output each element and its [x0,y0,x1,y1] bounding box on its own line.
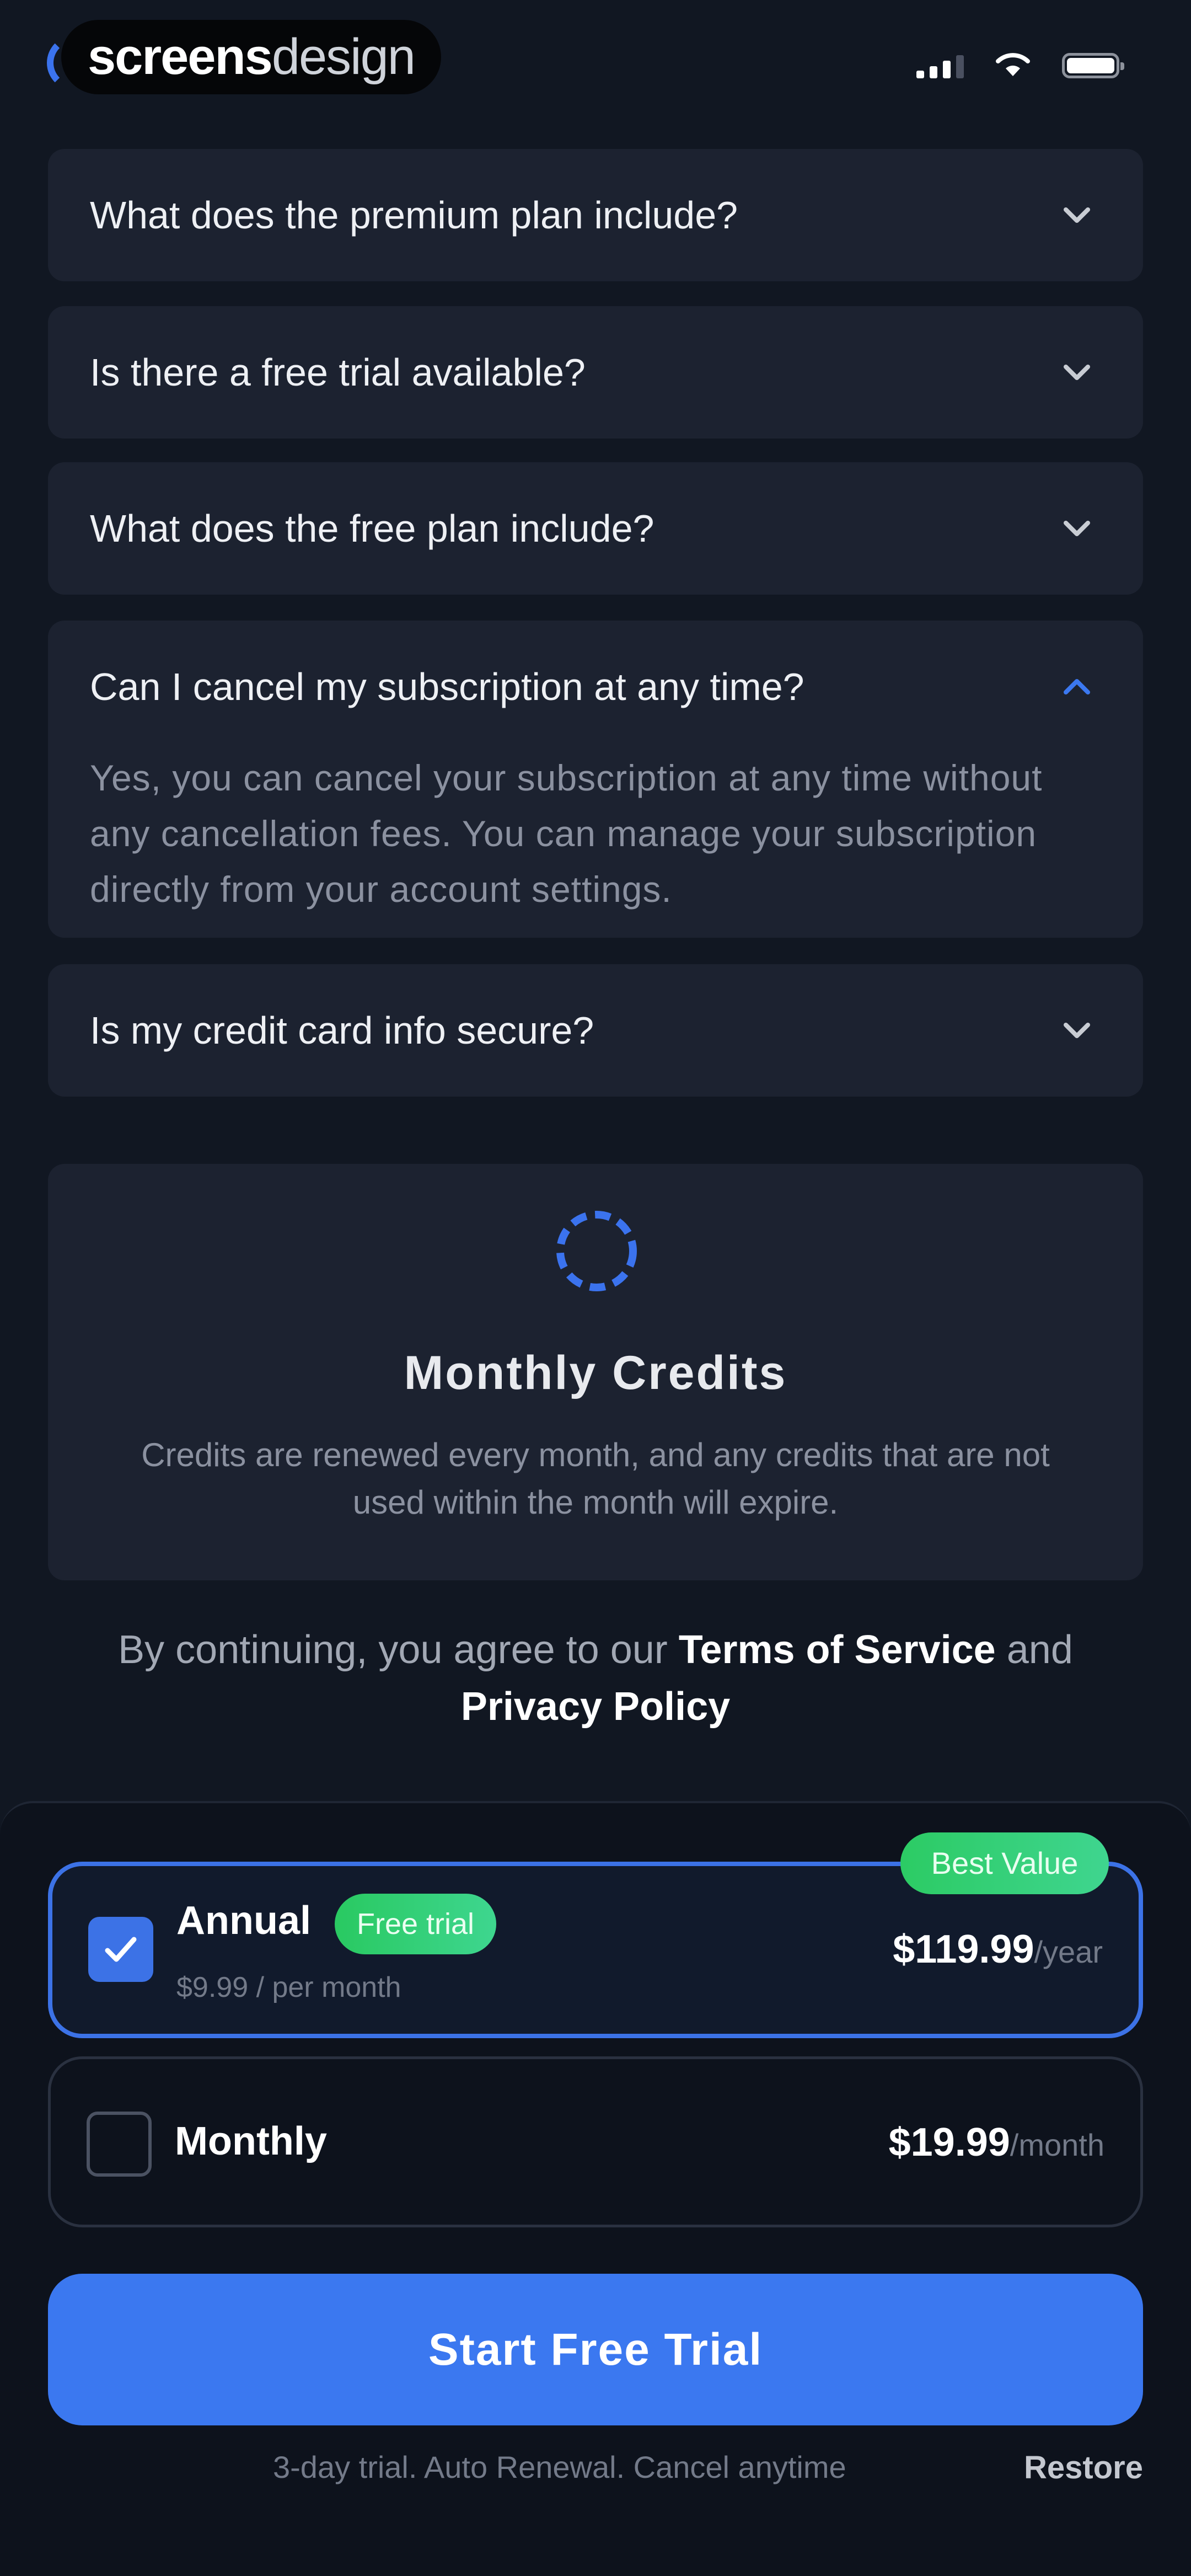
privacy-link[interactable]: Privacy Policy [461,1685,730,1729]
faq-question: What does the free plan include? [90,507,654,550]
status-bar: screens design [0,0,1191,132]
brand-watermark: screens design [61,20,441,94]
terms-link[interactable]: Terms of Service [679,1628,996,1672]
price-period: /year [1034,1934,1103,1969]
refresh-ring-icon [556,1211,637,1291]
legal-text: By continuing, you agree to our Terms of… [61,1622,1130,1735]
chevron-up-icon [1058,667,1096,706]
price-amount: $119.99 [893,1927,1034,1971]
checkmark-icon [105,1937,137,1962]
battery-level [1067,58,1114,73]
faq-item[interactable]: Is my credit card info secure? [48,964,1143,1097]
legal-conjunction: and [995,1628,1073,1672]
trial-note: 3-day trial. Auto Renewal. Cancel anytim… [273,2450,846,2484]
price-period: /month [1010,2128,1104,2162]
credits-card: Monthly Credits Credits are renewed ever… [48,1164,1143,1580]
plan-price: $119.99/year [893,1927,1103,1972]
wifi-icon [996,53,1030,76]
plan-name: Annual [176,1899,311,1943]
paywall-screen: screens design What does the premium plan… [0,0,1191,2576]
chevron-down-icon [1058,196,1096,234]
chevron-down-icon [1058,1011,1096,1050]
faq-question: Can I cancel my subscription at any time… [90,665,804,708]
free-trial-badge: Free trial [335,1894,497,1954]
plan-name: Monthly [175,2119,327,2163]
plan-price: $19.99/month [889,2120,1104,2165]
faq-item-expanded[interactable]: Can I cancel my subscription at any time… [48,621,1143,938]
credits-description: Credits are renewed every month, and any… [141,1436,1050,1521]
brand-word-light: design [271,29,416,85]
faq-answer: Yes, you can cancel your subscription at… [90,757,1043,910]
chevron-down-icon [1058,353,1096,392]
start-free-trial-button[interactable]: Start Free Trial [48,2274,1143,2425]
legal-prefix: By continuing, you agree to our [118,1628,679,1672]
plan-option-monthly[interactable]: Monthly $19.99/month [48,2056,1143,2227]
checkbox-checked[interactable] [88,1917,153,1982]
price-amount: $19.99 [888,2120,1010,2165]
faq-item[interactable]: What does the premium plan include? [48,149,1143,281]
chevron-down-icon [1058,509,1096,548]
faq-question: What does the premium plan include? [90,194,738,237]
brand-logo: screens design [47,20,477,94]
best-value-badge: Best Value [900,1832,1109,1894]
battery-icon [1062,53,1124,78]
credits-title: Monthly Credits [404,1346,787,1399]
restore-link[interactable]: Restore [1024,2449,1143,2486]
faq-item[interactable]: Is there a free trial available? [48,306,1143,439]
faq-question: Is my credit card info secure? [90,1009,594,1052]
status-icons [916,51,1124,78]
plan-subtext: $9.99 / per month [176,1971,401,2003]
checkbox-unchecked[interactable] [87,2112,152,2177]
brand-word-bold: screens [88,29,273,85]
signal-icon [916,54,964,78]
faq-question: Is there a free trial available? [90,351,586,394]
faq-item[interactable]: What does the free plan include? [48,462,1143,595]
